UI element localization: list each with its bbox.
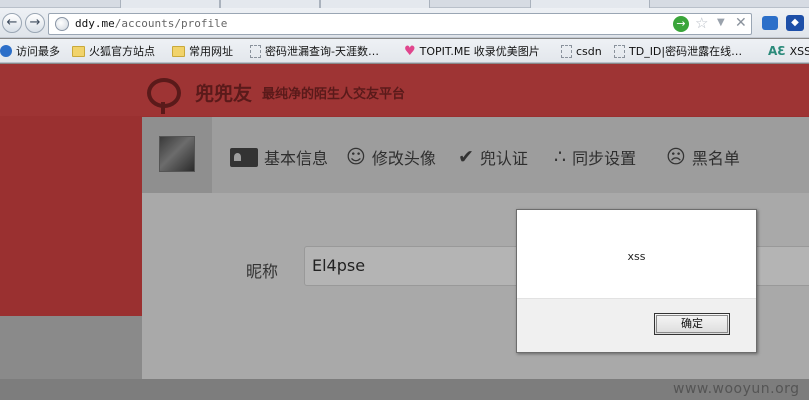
- bookmark-label: 密码泄漏查询-天涯数…: [265, 45, 379, 58]
- avatar-container: [142, 117, 212, 193]
- nickname-label: 昵称: [246, 262, 279, 281]
- url-path: /accounts/profile: [114, 17, 228, 30]
- bookmark-td-id[interactable]: TD_ID|密码泄露在线…: [614, 43, 742, 59]
- bookmark-label: XSS: [789, 44, 809, 58]
- site-logo[interactable]: 兜兜友 最纯净的陌生人交友平台: [141, 72, 406, 114]
- dropdown-arrow-icon[interactable]: ▼: [717, 17, 725, 28]
- bookmark-label: TD_ID|密码泄露在线…: [629, 45, 743, 58]
- bookmark-password-leak[interactable]: 密码泄漏查询-天涯数…: [250, 43, 379, 59]
- tab-label: 基本信息: [264, 149, 329, 168]
- id-card-icon: [230, 147, 258, 167]
- logo-icon: [141, 72, 189, 114]
- avatar[interactable]: [159, 136, 195, 172]
- bookmark-label: 火狐官方站点: [89, 45, 155, 58]
- tab-strip: [0, 0, 809, 8]
- globe-icon: [0, 45, 12, 57]
- sad-face-icon: ☹: [666, 145, 686, 168]
- page-icon: [614, 44, 625, 58]
- smile-icon: ☺: [346, 145, 366, 168]
- bookmark-label: 访问最多: [16, 45, 60, 58]
- profile-tabs: 基本信息 ☺ 修改头像 ✔ 兜认证 ∴ 同步设置 ☹ 黑名单: [142, 117, 809, 193]
- back-button[interactable]: ←: [2, 13, 22, 33]
- page-icon: [561, 44, 572, 58]
- bookmark-firefox-site[interactable]: 火狐官方站点: [72, 43, 155, 59]
- url-bar[interactable]: ddy.me/accounts/profile → ☆ ▼ ✕: [48, 13, 752, 35]
- toolbar-extension-icon[interactable]: [762, 16, 778, 30]
- bookmark-label: 常用网址: [189, 45, 233, 58]
- tab-blacklist[interactable]: ☹ 黑名单: [666, 145, 740, 169]
- tab-label: 同步设置: [572, 149, 637, 168]
- share-icon: ∴: [554, 145, 567, 168]
- forward-button[interactable]: →: [25, 13, 45, 33]
- ok-button[interactable]: 确定: [654, 313, 730, 335]
- bookmark-star-icon[interactable]: ☆: [695, 14, 708, 32]
- ac-icon: AƐ: [768, 44, 786, 58]
- bookmark-topit[interactable]: ♥ TOPIT.ME 收录优美图片: [404, 43, 540, 59]
- tab-basic-info[interactable]: 基本信息: [230, 145, 328, 169]
- site-identity-icon[interactable]: [55, 17, 69, 31]
- tab-label: 修改头像: [371, 149, 436, 168]
- bookmark-csdn[interactable]: csdn: [561, 43, 602, 59]
- browser-tab[interactable]: [120, 0, 220, 8]
- url-text[interactable]: ddy.me/accounts/profile: [75, 17, 227, 30]
- toolbar-addon-icon[interactable]: ◆: [786, 15, 804, 31]
- bookmark-label: csdn: [576, 44, 602, 58]
- tab-change-avatar[interactable]: ☺ 修改头像: [346, 145, 436, 169]
- tab-label: 黑名单: [691, 149, 740, 168]
- browser-tab[interactable]: [530, 0, 650, 8]
- brand-name: 兜兜友: [195, 82, 253, 105]
- page-icon: [250, 44, 261, 58]
- alert-footer: 确定: [517, 298, 756, 352]
- go-arrow-icon[interactable]: →: [673, 16, 689, 32]
- stop-icon[interactable]: ✕: [735, 15, 747, 31]
- navigation-toolbar: ← → ddy.me/accounts/profile → ☆ ▼ ✕ ◆: [0, 8, 809, 38]
- bookmark-xss[interactable]: AƐXSS: [768, 43, 809, 59]
- bookmark-most-visited[interactable]: 访问最多: [0, 43, 60, 59]
- alert-dialog: xss 确定: [516, 209, 757, 353]
- arrow-left-icon: ←: [6, 15, 18, 30]
- tab-label: 兜认证: [479, 149, 528, 168]
- shield-check-icon: ✔: [458, 145, 474, 168]
- watermark: www.wooyun.org: [673, 381, 800, 397]
- url-host: ddy.me: [75, 17, 115, 30]
- tab-certification[interactable]: ✔ 兜认证: [458, 145, 528, 169]
- bookmarks-toolbar: 访问最多 火狐官方站点 常用网址 密码泄漏查询-天涯数… ♥ TOPIT.ME 收…: [0, 39, 809, 63]
- arrow-right-icon: →: [29, 15, 41, 30]
- tab-sync-settings[interactable]: ∴ 同步设置: [554, 145, 636, 169]
- folder-icon: [172, 45, 185, 57]
- heart-icon: ♥: [404, 43, 416, 59]
- browser-tab[interactable]: [320, 0, 430, 8]
- bookmark-common-sites[interactable]: 常用网址: [172, 43, 233, 59]
- brand-slogan: 最纯净的陌生人交友平台: [262, 86, 406, 102]
- alert-message: xss: [627, 250, 646, 263]
- folder-icon: [72, 45, 85, 57]
- bookmark-label: TOPIT.ME 收录优美图片: [419, 45, 540, 58]
- browser-tab[interactable]: [220, 0, 320, 8]
